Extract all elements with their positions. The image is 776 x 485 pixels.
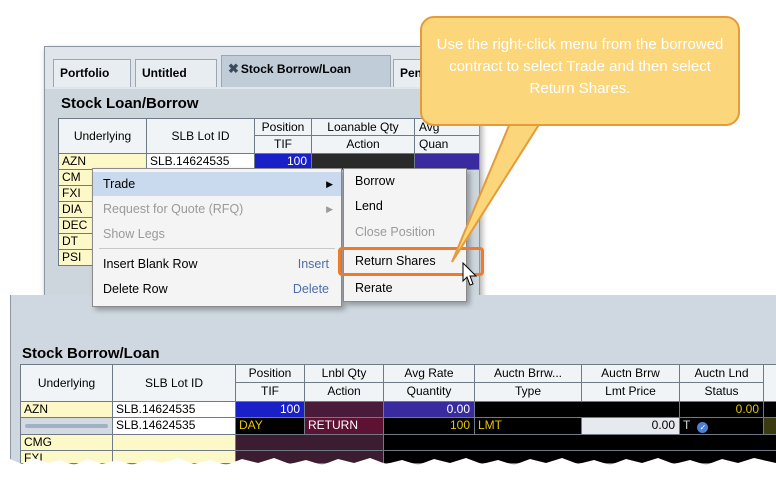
table-row-position[interactable]	[235, 434, 384, 451]
menu-item-trade[interactable]: Trade ▶	[93, 172, 341, 196]
menu-separator	[99, 248, 335, 249]
tab-stock-borrow-loan[interactable]: ✖ Stock Borrow/Loan	[221, 55, 391, 87]
table-row-lot-id[interactable]	[112, 434, 236, 451]
menu-item-show-legs[interactable]: Show Legs	[93, 222, 341, 246]
menu-item-label: Borrow	[355, 174, 395, 188]
col-auctn-brrw-lmt-header[interactable]: Auctn Brrw	[581, 364, 680, 383]
table-row-underlying[interactable]: AZN	[20, 401, 113, 418]
col-position[interactable]: Position	[235, 364, 305, 383]
col-avg-rate[interactable]: Avg Rate	[383, 364, 475, 383]
col-action[interactable]: Action	[311, 135, 415, 154]
col-lmt-price[interactable]: Lmt Price	[581, 382, 680, 402]
col-tif[interactable]: TIF	[254, 135, 312, 154]
col-auctn-lnd[interactable]: Auctn Lnd	[679, 364, 764, 383]
table-row-quantity[interactable]: 0.00	[383, 401, 475, 418]
col-quantity[interactable]: Quantity	[383, 382, 475, 402]
table-row-status[interactable]: T ✓	[679, 417, 764, 435]
torn-edge	[0, 458, 776, 485]
table-row-order-area[interactable]	[383, 434, 776, 451]
tab-bar: Portfolio Untitled ✖ Stock Borrow/Loan Pe…	[45, 47, 479, 89]
menu-item-label: Delete Row	[103, 282, 168, 296]
table-row-tif[interactable]: DAY	[235, 417, 305, 435]
table-row-type[interactable]: LMT	[474, 417, 582, 435]
menu-item-insert-blank-row[interactable]: Insert Blank Row Insert	[93, 252, 341, 276]
transmit-flag: T	[683, 418, 691, 432]
col-slb-lot-id[interactable]: SLB Lot ID	[112, 364, 236, 402]
col-lnbl-qty[interactable]: Lnbl Qty	[304, 364, 384, 383]
table-row-lmt-price[interactable]: 0.00	[581, 417, 680, 435]
callout-note: Use the right-click menu from the borrow…	[420, 16, 740, 126]
col-type[interactable]: Type	[474, 382, 582, 402]
col-loanable-qty[interactable]: Loanable Qty	[311, 118, 415, 136]
table-row-action[interactable]: RETURN	[304, 417, 384, 435]
menu-item-label: Lend	[355, 199, 383, 213]
table-row-status[interactable]: 0.00	[679, 401, 764, 418]
context-menu: Trade ▶ Request for Quote (RFQ) ▶ Show L…	[92, 168, 342, 307]
col-action[interactable]: Action	[304, 382, 384, 402]
close-icon[interactable]: ✖	[228, 61, 239, 76]
col-auctn-brrw-type-header[interactable]: Auctn Brrw...	[474, 364, 582, 383]
menu-item-label: Request for Quote (RFQ)	[103, 202, 244, 216]
menu-item-label: Show Legs	[103, 227, 165, 241]
col-underlying[interactable]: Underlying	[58, 118, 147, 154]
menu-item-delete-row[interactable]: Delete Row Delete	[93, 277, 341, 301]
table-row-underlying[interactable]	[20, 417, 113, 435]
table-row-order-area[interactable]	[474, 401, 680, 418]
row-divider-bar	[25, 424, 108, 428]
menu-item-rerate[interactable]: Rerate	[344, 276, 466, 300]
menu-item-label: Rerate	[355, 281, 393, 295]
submenu-arrow-icon: ▶	[326, 179, 333, 189]
table-row-more[interactable]	[763, 401, 776, 418]
menu-item-rfq[interactable]: Request for Quote (RFQ) ▶	[93, 197, 341, 221]
submenu-arrow-icon: ▶	[326, 204, 333, 214]
table-row-lot-id[interactable]: SLB.14624535	[112, 401, 236, 418]
menu-item-label: Insert Blank Row	[103, 257, 198, 271]
col-more[interactable]	[763, 364, 776, 402]
col-slb-lot-id[interactable]: SLB Lot ID	[146, 118, 255, 154]
panel-title: Stock Loan/Borrow	[61, 95, 199, 112]
menu-item-label: Close Position	[355, 225, 435, 239]
table-row-lnbl-qty[interactable]	[304, 401, 384, 418]
menu-item-label: Trade	[103, 177, 136, 191]
col-status[interactable]: Status	[679, 382, 764, 402]
tab-portfolio[interactable]: Portfolio	[53, 59, 131, 87]
panel-title: Stock Borrow/Loan	[22, 345, 160, 362]
tab-untitled[interactable]: Untitled	[135, 59, 217, 87]
table-row-lot-id[interactable]: SLB.14624535	[112, 417, 236, 435]
col-underlying[interactable]: Underlying	[20, 364, 113, 402]
table-row-quantity[interactable]: 100	[383, 417, 475, 435]
table-row-position[interactable]: 100	[235, 401, 305, 418]
table-row-more[interactable]	[763, 417, 776, 435]
col-position[interactable]: Position	[254, 118, 312, 136]
col-tif[interactable]: TIF	[235, 382, 305, 402]
check-icon: ✓	[697, 422, 709, 433]
table-row-underlying[interactable]: CMG	[20, 434, 113, 451]
shortcut-label: Insert	[297, 257, 329, 271]
shortcut-label: Delete	[292, 282, 329, 296]
